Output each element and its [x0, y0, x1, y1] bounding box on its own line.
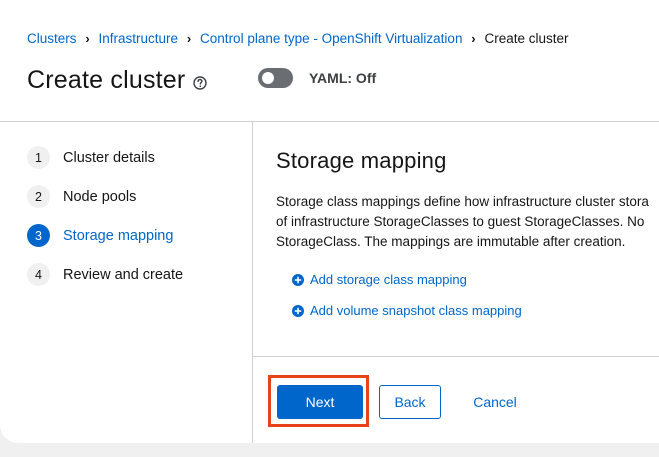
- wizard-step-review-and-create[interactable]: 4 Review and create: [27, 263, 183, 286]
- step-label: Node pools: [63, 188, 137, 205]
- add-storage-class-mapping-button[interactable]: Add storage class mapping: [292, 272, 467, 287]
- plus-circle-icon: [292, 273, 304, 286]
- wizard-step-storage-mapping[interactable]: 3 Storage mapping: [27, 224, 173, 247]
- chevron-right-icon: ›: [186, 31, 192, 46]
- breadcrumb-current: Create cluster: [484, 31, 569, 46]
- breadcrumb-link-clusters[interactable]: Clusters: [27, 31, 77, 46]
- page-header: Create cluster: [27, 66, 208, 95]
- yaml-toggle[interactable]: YAML: Off: [258, 68, 376, 88]
- add-volume-snapshot-class-mapping-label: Add volume snapshot class mapping: [310, 303, 522, 318]
- add-volume-snapshot-class-mapping-button[interactable]: Add volume snapshot class mapping: [292, 303, 522, 318]
- description-line: StorageClass. The mappings are immutable…: [276, 234, 626, 249]
- description-line: Storage class mappings define how infras…: [276, 194, 649, 209]
- switch-knob: [262, 72, 274, 84]
- step-label: Cluster details: [63, 149, 155, 166]
- step-label: Storage mapping: [63, 227, 174, 244]
- step-number: 3: [27, 224, 50, 247]
- breadcrumb-link-control-plane-type[interactable]: Control plane type - OpenShift Virtualiz…: [200, 31, 462, 46]
- wizard-nav: 1 Cluster details 2 Node pools 3 Storage…: [0, 122, 252, 443]
- step-number: 4: [27, 263, 50, 286]
- next-button[interactable]: Next: [277, 385, 363, 419]
- yaml-switch[interactable]: [258, 68, 293, 88]
- add-storage-class-mapping-label: Add storage class mapping: [310, 272, 467, 287]
- page: Clusters › Infrastructure › Control plan…: [0, 0, 659, 443]
- step-number: 2: [27, 185, 50, 208]
- chevron-right-icon: ›: [471, 31, 476, 46]
- wizard-content: Storage mapping Storage class mappings d…: [253, 122, 659, 443]
- breadcrumb-link-infrastructure[interactable]: Infrastructure: [99, 31, 179, 46]
- section-description: Storage class mappings define how infras…: [276, 192, 659, 252]
- yaml-toggle-label: YAML: Off: [309, 70, 377, 86]
- question-circle-icon[interactable]: [193, 75, 208, 90]
- breadcrumb: Clusters › Infrastructure › Control plan…: [27, 31, 569, 46]
- footer-divider: [253, 356, 659, 357]
- description-line: of infrastructure StorageClasses to gues…: [276, 214, 645, 229]
- step-number: 1: [27, 146, 50, 169]
- chevron-right-icon: ›: [85, 31, 90, 46]
- back-button[interactable]: Back: [379, 385, 441, 419]
- section-title: Storage mapping: [276, 148, 447, 173]
- cancel-button[interactable]: Cancel: [458, 385, 532, 419]
- wizard-step-cluster-details[interactable]: 1 Cluster details: [27, 146, 155, 169]
- step-label: Review and create: [63, 266, 184, 283]
- wizard-step-node-pools[interactable]: 2 Node pools: [27, 185, 136, 208]
- page-title: Create cluster: [27, 66, 186, 94]
- plus-circle-icon: [292, 304, 304, 317]
